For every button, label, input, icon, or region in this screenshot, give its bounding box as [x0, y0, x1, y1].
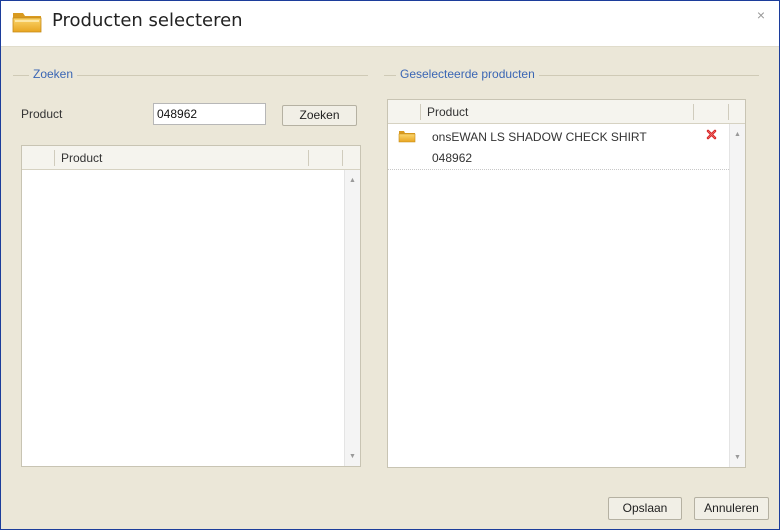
save-button[interactable]: Opslaan: [608, 497, 682, 520]
search-button[interactable]: Zoeken: [282, 105, 357, 126]
scroll-up-icon[interactable]: ▲: [349, 177, 356, 185]
column-separator: [308, 150, 309, 166]
scroll-up-icon[interactable]: ▲: [734, 131, 741, 139]
selected-products-scrollbar[interactable]: ▲ ▼: [729, 124, 745, 467]
search-legend: Zoeken: [13, 67, 368, 83]
product-select-dialog: Producten selecteren × Zoeken Product Zo…: [0, 0, 780, 530]
selected-product-code: 048962: [432, 151, 473, 165]
product-label: Product: [21, 107, 63, 121]
selected-product-row[interactable]: onsEWAN LS SHADOW CHECK SHIRT 048962: [388, 124, 729, 170]
column-separator: [420, 104, 421, 120]
column-separator: [342, 150, 343, 166]
selected-products-grid: Product onsEWAN LS SHADOW CHECK SHIRT 04…: [387, 99, 746, 468]
selected-products-header: Product: [388, 100, 745, 124]
remove-icon[interactable]: [706, 129, 717, 140]
close-icon[interactable]: ×: [753, 7, 769, 23]
scroll-down-icon[interactable]: ▼: [734, 454, 741, 462]
selected-column-product[interactable]: Product: [427, 105, 468, 119]
search-results-scrollbar[interactable]: ▲ ▼: [344, 170, 360, 466]
dialog-title: Producten selecteren: [52, 10, 243, 31]
selected-product-name: onsEWAN LS SHADOW CHECK SHIRT: [432, 130, 647, 144]
search-results-header: Product: [22, 146, 360, 170]
selected-legend-label: Geselecteerde producten: [396, 67, 539, 81]
scroll-down-icon[interactable]: ▼: [349, 453, 356, 461]
folder-icon: [12, 13, 42, 33]
selected-legend: Geselecteerde producten: [384, 67, 759, 83]
product-search-input[interactable]: [153, 103, 266, 125]
dialog-titlebar: Producten selecteren ×: [1, 1, 779, 47]
cancel-button[interactable]: Annuleren: [694, 497, 769, 520]
column-separator: [728, 104, 729, 120]
search-results-grid: Product ▲ ▼: [21, 145, 361, 467]
search-legend-label: Zoeken: [29, 67, 78, 81]
folder-icon: [398, 131, 416, 143]
column-separator: [54, 150, 55, 166]
search-results-column-product[interactable]: Product: [61, 151, 102, 165]
column-separator: [693, 104, 694, 120]
